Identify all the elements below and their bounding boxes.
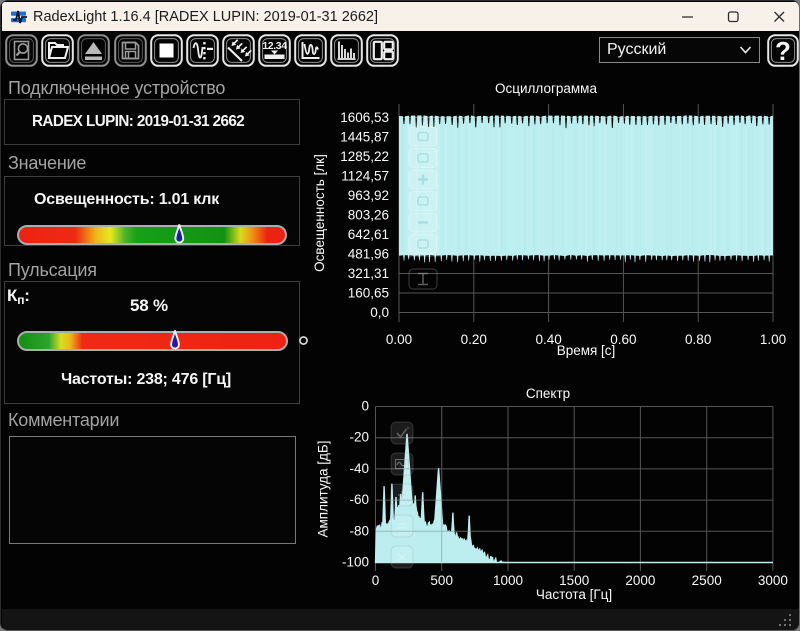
svg-text:Частота [Гц]: Частота [Гц] — [536, 587, 612, 602]
svg-text:160,65: 160,65 — [348, 286, 389, 301]
svg-text:0,0: 0,0 — [370, 305, 389, 320]
svg-text:-100: -100 — [342, 555, 369, 570]
svg-text:?: ? — [775, 36, 791, 66]
svg-text:1.00: 1.00 — [760, 332, 786, 347]
svg-text:3000: 3000 — [758, 573, 788, 588]
svg-text:Время [с]: Время [с] — [557, 343, 616, 358]
svg-text:Осциллограмма: Осциллограмма — [495, 81, 597, 96]
svg-text:-20: -20 — [349, 430, 369, 445]
svg-text:642,61: 642,61 — [348, 227, 389, 242]
svg-text:803,26: 803,26 — [348, 208, 389, 223]
svg-text:321,31: 321,31 — [348, 266, 389, 281]
svg-text:2000: 2000 — [625, 573, 655, 588]
svg-text:0: 0 — [372, 573, 380, 588]
svg-text:963,92: 963,92 — [348, 188, 389, 203]
svg-text:481,96: 481,96 — [348, 247, 389, 262]
svg-text:0.20: 0.20 — [461, 332, 487, 347]
svg-text:Спектр: Спектр — [526, 386, 570, 401]
svg-text:0.80: 0.80 — [685, 332, 711, 347]
svg-text:1285,22: 1285,22 — [340, 149, 389, 164]
svg-text:-40: -40 — [349, 461, 369, 476]
svg-text:1500: 1500 — [559, 573, 589, 588]
svg-text:2500: 2500 — [692, 573, 722, 588]
svg-text:1000: 1000 — [493, 573, 523, 588]
svg-text:500: 500 — [430, 573, 453, 588]
svg-text:1445,87: 1445,87 — [340, 130, 389, 145]
svg-text:12.34: 12.34 — [262, 40, 287, 52]
svg-text:-60: -60 — [349, 492, 369, 507]
svg-text:1124,57: 1124,57 — [341, 169, 389, 184]
svg-text:Амплитуда [дБ]: Амплитуда [дБ] — [316, 440, 331, 537]
svg-text:-80: -80 — [349, 523, 369, 538]
svg-text:0.00: 0.00 — [386, 332, 412, 347]
svg-text:1606,53: 1606,53 — [340, 110, 389, 125]
svg-text:0: 0 — [361, 399, 369, 414]
svg-text:Освещенность [лк]: Освещенность [лк] — [312, 154, 327, 272]
